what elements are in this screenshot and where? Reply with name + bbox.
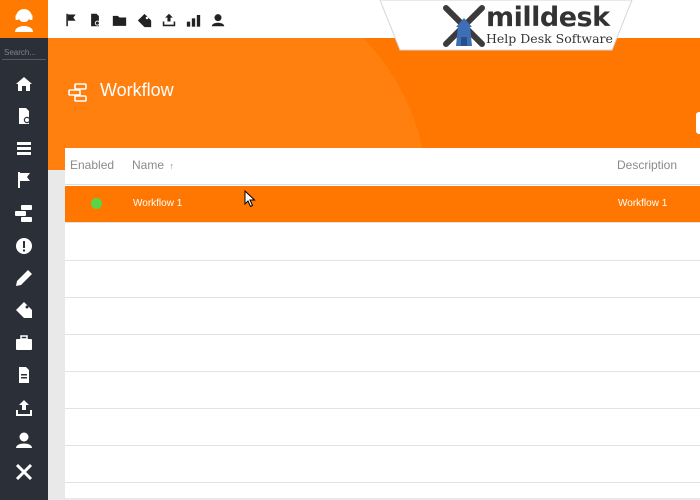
row-divider [65, 297, 700, 298]
row-divider [65, 408, 700, 409]
flag-icon[interactable] [12, 168, 36, 192]
column-header-name[interactable]: Name ↑ [132, 158, 174, 172]
sidebar [0, 0, 48, 500]
row-name: Workflow 1 [133, 198, 183, 209]
sidebar-search-input[interactable] [2, 46, 46, 60]
report-icon[interactable] [12, 363, 36, 387]
tools-icon[interactable] [12, 460, 36, 484]
workflow-table: Enabled Name ↑ Description Workflow 1 Wo… [65, 148, 700, 498]
column-header-description[interactable]: Description [617, 158, 677, 172]
headset-user-icon [15, 9, 33, 32]
row-divider [65, 260, 700, 261]
list-icon[interactable] [12, 136, 36, 160]
sort-ascending-icon: ↑ [169, 161, 174, 171]
row-divider [65, 222, 700, 223]
document-gear-icon[interactable] [12, 104, 36, 128]
alert-icon[interactable] [12, 234, 36, 258]
folder-icon[interactable] [110, 11, 128, 29]
logo-title: milldesk [486, 2, 610, 33]
enabled-status-icon [91, 198, 102, 209]
workflow-icon[interactable] [12, 201, 36, 225]
column-header-enabled[interactable]: Enabled [70, 158, 114, 172]
bar-chart-icon[interactable] [184, 11, 202, 29]
pencil-icon[interactable] [12, 266, 36, 290]
home-icon[interactable] [12, 72, 36, 96]
row-divider [65, 371, 700, 372]
row-divider [65, 482, 700, 483]
column-header-name-label: Name [132, 158, 165, 172]
row-divider [65, 334, 700, 335]
mouse-cursor-icon [244, 190, 256, 208]
row-divider [65, 445, 700, 446]
logo: milldesk Help Desk Software [380, 0, 640, 52]
row-description: Workflow 1 [618, 198, 668, 209]
agent-avatar[interactable] [0, 0, 48, 38]
user-icon[interactable] [12, 428, 36, 452]
flag-icon[interactable] [62, 11, 80, 29]
tag-icon[interactable] [12, 298, 36, 322]
table-row[interactable]: Workflow 1 Workflow 1 [65, 186, 700, 222]
tag-icon[interactable] [135, 11, 153, 29]
header-divider [65, 184, 700, 185]
windmill-logo-icon [443, 5, 485, 47]
briefcase-icon[interactable] [12, 331, 36, 355]
user-icon[interactable] [209, 11, 227, 29]
page-title: Workflow [100, 80, 174, 100]
upload-icon[interactable] [160, 11, 178, 29]
document-gear-icon[interactable] [86, 11, 104, 29]
workflow-icon [68, 82, 88, 107]
upload-icon[interactable] [12, 396, 36, 420]
logo-subtitle: Help Desk Software [486, 31, 613, 46]
header-action-button[interactable] [696, 112, 700, 134]
